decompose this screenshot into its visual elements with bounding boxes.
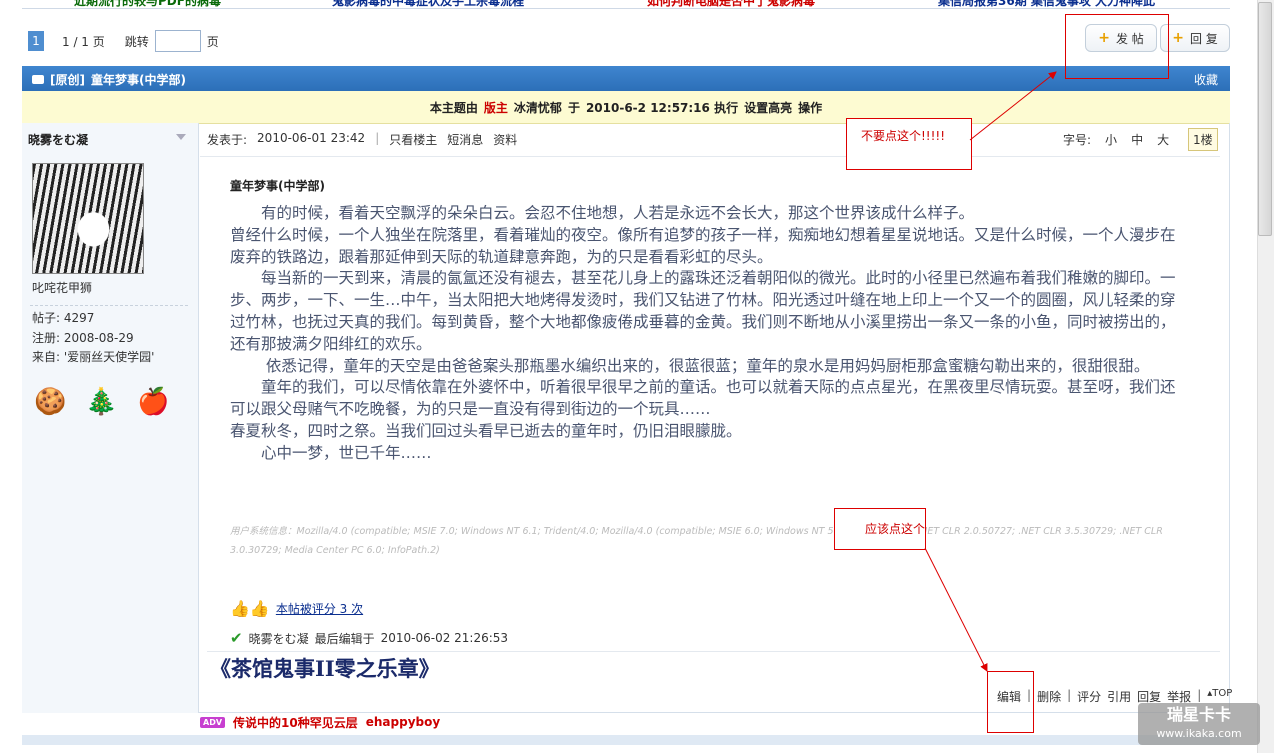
annotation-arrows [924,71,1057,672]
watermark-url: www.ikaka.com [1156,727,1242,740]
watermark-title: 瑞星卡卡 [1166,705,1231,724]
arrow-to-edit [924,547,988,672]
watermark: 瑞星卡卡 www.ikaka.com [1138,703,1260,745]
arrow-to-post-button [969,71,1057,141]
scrollbar-thumb[interactable] [1258,2,1272,236]
